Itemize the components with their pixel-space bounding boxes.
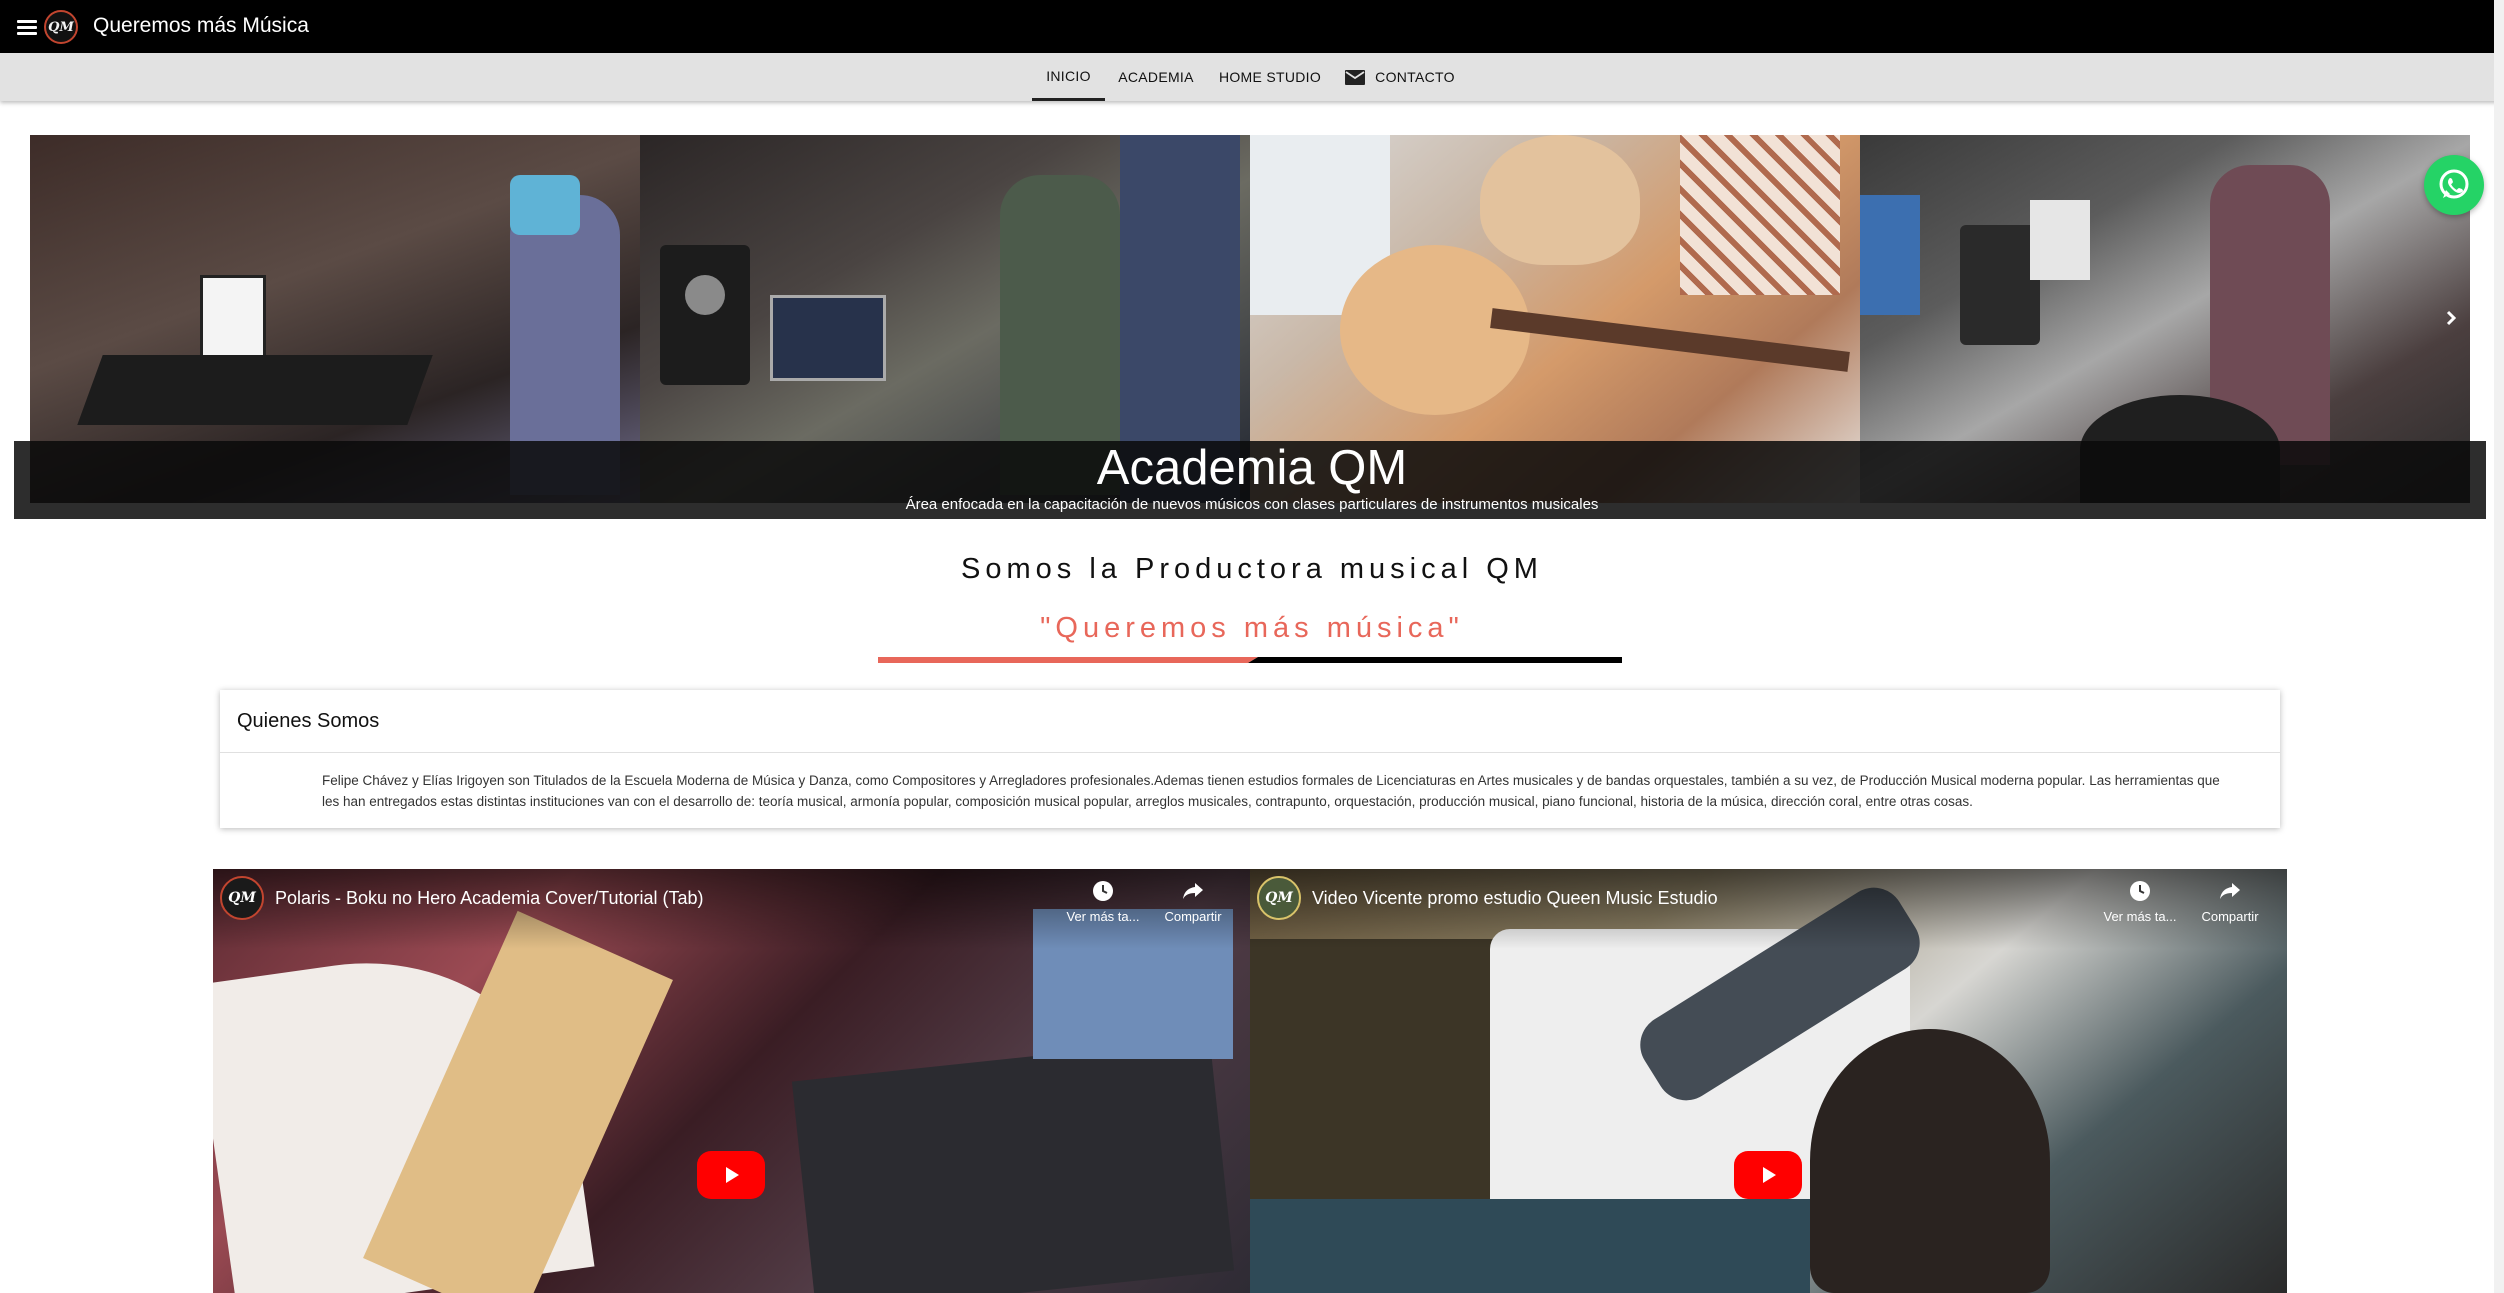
play-button[interactable]: [1734, 1151, 1802, 1199]
video-title[interactable]: Polaris - Boku no Hero Academia Cover/Tu…: [275, 888, 704, 909]
video-title[interactable]: Video Vicente promo estudio Queen Music …: [1312, 888, 1718, 909]
page-slogan: "Queremos más música": [1040, 612, 1464, 644]
tab-home-studio[interactable]: HOME STUDIO: [1210, 53, 1330, 101]
about-title: Quienes Somos: [237, 710, 380, 732]
heading-divider: [878, 657, 1622, 663]
share-button[interactable]: Compartir: [1148, 879, 1238, 924]
play-button[interactable]: [697, 1151, 765, 1199]
speaker-cone: [685, 275, 725, 315]
keyboard-shape: [77, 355, 433, 425]
clock-icon: [1093, 881, 1113, 901]
menu-icon[interactable]: [17, 20, 37, 35]
chevron-right-icon[interactable]: [2442, 306, 2462, 330]
lattice-shape: [1680, 135, 1840, 295]
share-icon: [1183, 883, 1203, 899]
share-icon: [2220, 883, 2240, 899]
app-logo[interactable]: QM: [44, 10, 78, 44]
whatsapp-button[interactable]: [2424, 155, 2484, 215]
play-icon: [726, 1167, 739, 1183]
guitar-neck: [1490, 308, 1850, 372]
mail-icon: [1345, 69, 1366, 85]
person-shape: [1810, 1029, 2050, 1293]
carousel-caption-title: Academia QM: [1096, 441, 1408, 495]
person-face: [1480, 135, 1640, 265]
clock-icon: [2130, 881, 2150, 901]
monitor-speaker: [1960, 225, 2040, 345]
app-bar: QM Queremos más Música: [0, 0, 2504, 53]
guitar-body: [1340, 245, 1530, 415]
monitor-speaker: [660, 245, 750, 385]
page-scrollbar[interactable]: [2494, 0, 2504, 1293]
app-title: Queremos más Música: [93, 14, 309, 37]
page-headline: Somos la Productora musical QM: [961, 553, 1543, 585]
nav-tabs: INICIO ACADEMIA HOME STUDIO CONTACTO: [0, 53, 2504, 101]
rug-shape: [1250, 1199, 1810, 1293]
whatsapp-icon: [2439, 169, 2469, 199]
play-icon: [1763, 1167, 1776, 1183]
watch-later-button[interactable]: Ver más ta...: [2095, 879, 2185, 924]
laptop-shape: [770, 295, 886, 381]
tab-contacto[interactable]: CONTACTO: [1340, 53, 1460, 101]
tab-academia[interactable]: ACADEMIA: [1110, 53, 1202, 101]
card-divider: [220, 752, 2280, 753]
screen-shape: [1860, 195, 1920, 315]
watch-later-label: Ver más ta...: [1066, 909, 1140, 924]
watch-later-label: Ver más ta...: [2103, 909, 2177, 924]
mask-shape: [510, 175, 580, 235]
video-embed-vicente[interactable]: QM Video Vicente promo estudio Queen Mus…: [1250, 869, 2287, 1293]
share-label: Compartir: [2201, 909, 2259, 924]
share-label: Compartir: [1164, 909, 1222, 924]
channel-avatar[interactable]: QM: [220, 876, 264, 920]
tab-inicio[interactable]: INICIO: [1032, 53, 1105, 101]
tablet-screen: [200, 275, 266, 361]
share-button[interactable]: Compartir: [2185, 879, 2275, 924]
carousel-caption-subtitle: Área enfocada en la capacitación de nuev…: [905, 496, 1599, 513]
about-text: Felipe Chávez y Elías Irigoyen son Titul…: [322, 773, 2220, 809]
watch-later-button[interactable]: Ver más ta...: [1058, 879, 1148, 924]
channel-avatar[interactable]: QM: [1257, 876, 1301, 920]
laptop-shape: [791, 1037, 1235, 1293]
sheet-shape: [2030, 200, 2090, 280]
video-embed-polaris[interactable]: QM Polaris - Boku no Hero Academia Cover…: [213, 869, 1250, 1293]
about-card: Quienes Somos Felipe Chávez y Elías Irig…: [220, 690, 2280, 828]
tab-contacto-label: CONTACTO: [1375, 69, 1455, 85]
